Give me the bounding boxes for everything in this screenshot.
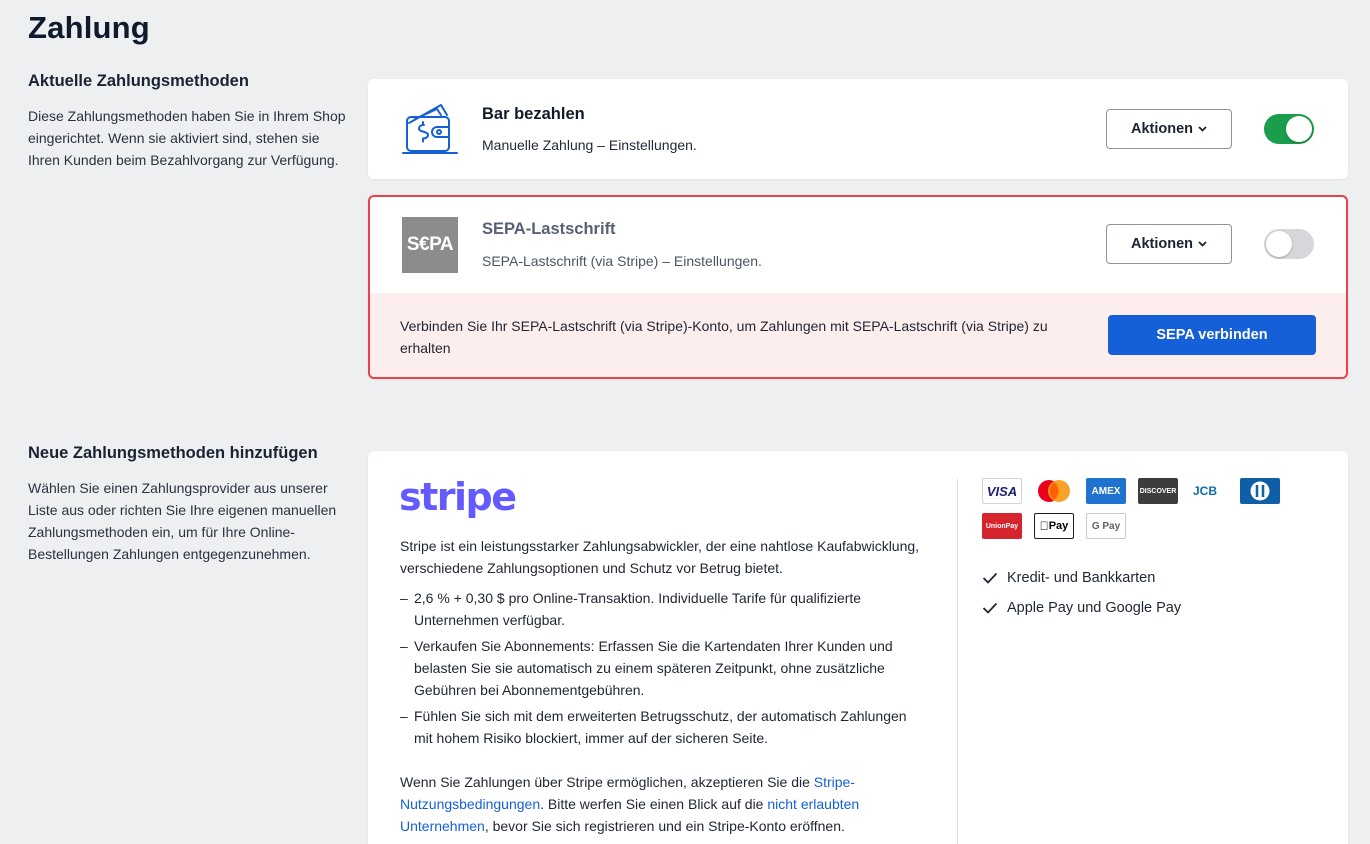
new-methods-description: Wählen Sie einen Zahlungsprovider aus un… [28,480,337,562]
stripe-provider-card: stripe Stripe ist ein leistungsstarker Z… [368,451,1348,844]
method-name: SEPA-Lastschrift [482,220,616,238]
visa-icon: VISA [982,478,1022,504]
stripe-capabilities: Kredit- und Bankkarten Apple Pay und Goo… [982,563,1181,623]
new-methods-intro: Neue Zahlungsmethoden hinzufügen Wählen … [28,444,348,565]
sepa-logo-icon: S€PA [402,217,460,273]
mastercard-icon [1034,478,1074,504]
check-icon [982,602,998,614]
current-methods-heading: Aktuelle Zahlungsmethoden [28,72,249,90]
diners-club-icon [1240,478,1280,504]
list-item: – Verkaufen Sie Abonnements: Erfassen Sie… [400,638,893,698]
enable-toggle[interactable] [1264,114,1314,144]
unionpay-icon: UnionPay [982,513,1022,539]
discover-icon: DISCOVER [1138,478,1178,504]
apple-pay-icon: Pay [1034,513,1074,539]
actions-button[interactable]: Aktionen [1106,224,1232,264]
chevron-down-icon [1198,241,1207,247]
toggle-knob [1266,231,1292,257]
jcb-icon: JCB [1188,478,1222,504]
payment-method-card-sepa: S€PA SEPA-Lastschrift SEPA-Lastschrift (… [368,195,1348,379]
stripe-description: Stripe ist ein leistungsstarker Zahlungs… [400,535,920,837]
list-item: Kredit- und Bankkarten [982,563,1181,593]
sepa-connect-button[interactable]: SEPA verbinden [1108,315,1316,355]
new-methods-heading: Neue Zahlungsmethoden hinzufügen [28,444,318,462]
stripe-legal-text: Wenn Sie Zahlungen über Stripe ermöglich… [400,774,860,834]
list-item: Apple Pay und Google Pay [982,593,1181,623]
chevron-down-icon [1198,126,1207,132]
connect-warning-text: Verbinden Sie Ihr SEPA-Lastschrift (via … [400,318,1048,356]
current-methods-description: Diese Zahlungsmethoden haben Sie in Ihre… [28,108,346,168]
stripe-logo: stripe [399,475,517,519]
current-methods-intro: Aktuelle Zahlungsmethoden Diese Zahlungs… [28,72,348,171]
enable-toggle[interactable] [1264,229,1314,259]
toggle-knob [1286,116,1312,142]
cash-wallet-icon [401,101,459,157]
list-item: –2,6 % + 0,30 $ pro Online-Transaktion. … [400,590,862,628]
actions-button-label: Aktionen [1130,121,1194,137]
method-name: Bar bezahlen [482,105,585,123]
actions-button[interactable]: Aktionen [1106,109,1232,149]
amex-icon: AMEX [1086,478,1126,504]
method-settings-link[interactable]: Manuelle Zahlung – Einstellungen. [482,137,697,153]
actions-button-label: Aktionen [1130,236,1194,252]
method-settings-link[interactable]: SEPA-Lastschrift (via Stripe) – Einstell… [482,253,762,269]
divider [957,479,958,844]
list-item: – Fühlen Sie sich mit dem erweiterten Bet… [400,708,907,746]
payment-method-card-cash: Bar bezahlen Manuelle Zahlung – Einstell… [368,79,1348,179]
google-pay-icon: G Pay [1086,513,1126,539]
stripe-feature-list: –2,6 % + 0,30 $ pro Online-Transaktion. … [400,587,920,749]
page-title: Zahlung [28,10,150,45]
stripe-intro: Stripe ist ein leistungsstarker Zahlungs… [400,538,920,576]
connect-warning: Verbinden Sie Ihr SEPA-Lastschrift (via … [370,293,1346,377]
check-icon [982,572,998,584]
